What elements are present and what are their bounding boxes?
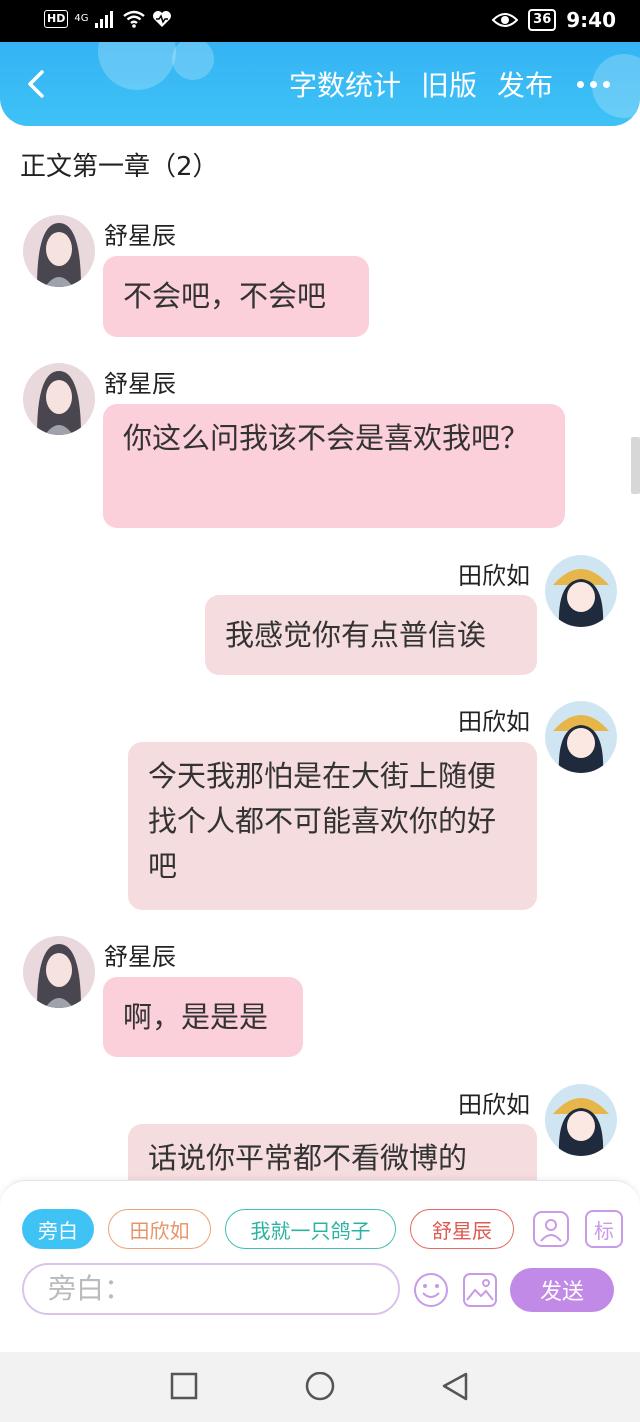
sender-name: 舒星辰	[104, 943, 176, 971]
mark-label: 标	[594, 1218, 614, 1243]
back-arrow-icon	[28, 70, 44, 98]
mark-button[interactable]: 标	[585, 1210, 623, 1248]
header-decoration	[98, 42, 176, 90]
image-icon[interactable]	[462, 1272, 498, 1312]
message-bubble[interactable]: 今天我那怕是在大街上随便找个人都不可能喜欢你的好吧	[128, 742, 537, 910]
clock: 9:40	[566, 8, 616, 32]
header-actions: 字数统计 旧版 发布	[279, 42, 620, 126]
chip-narration[interactable]: 旁白	[22, 1209, 94, 1249]
hd-badge: HD	[44, 10, 69, 28]
status-right: 36 9:40	[492, 8, 616, 32]
narration-input[interactable]: 旁白：	[22, 1263, 400, 1315]
message-bubble[interactable]: 你这么问我该不会是喜欢我吧？	[103, 404, 565, 528]
square-nav-icon[interactable]	[170, 1372, 198, 1404]
publish-button[interactable]: 发布	[487, 64, 563, 104]
avatar[interactable]	[545, 701, 617, 773]
status-left: HD 4G	[44, 10, 172, 28]
avatar-tian-image	[545, 701, 617, 773]
avatar[interactable]	[23, 936, 95, 1008]
message-bubble[interactable]: 不会吧，不会吧	[103, 256, 369, 337]
triangle-nav-icon[interactable]	[440, 1372, 470, 1406]
app-header: 字数统计 旧版 发布	[0, 42, 640, 126]
message-bubble[interactable]: 我感觉你有点普信诶	[205, 595, 537, 675]
battery-indicator: 36	[528, 9, 557, 31]
avatar-tian-image	[545, 555, 617, 627]
old-version-button[interactable]: 旧版	[411, 64, 487, 104]
character-icon[interactable]	[532, 1210, 570, 1252]
eye-icon	[492, 13, 519, 27]
avatar[interactable]	[545, 1084, 617, 1156]
signal-icon	[95, 11, 114, 28]
sender-name: 田欣如	[458, 1091, 530, 1119]
emoji-icon[interactable]	[412, 1271, 450, 1313]
composer-panel: 旁白 田欣如 我就一只鸽子 舒星辰 标 旁白： 发送	[0, 1180, 640, 1352]
word-count-button[interactable]: 字数统计	[279, 64, 411, 104]
avatar-shu-image	[23, 936, 95, 1008]
avatar-tian-image	[545, 1084, 617, 1156]
sender-name: 舒星辰	[104, 222, 176, 250]
wifi-icon	[123, 10, 146, 28]
chip-shu[interactable]: 舒星辰	[410, 1209, 514, 1249]
sender-name: 舒星辰	[104, 370, 176, 398]
avatar-shu-image	[23, 215, 95, 287]
chapter-title: 正文第一章（2）	[20, 152, 219, 182]
avatar[interactable]	[23, 363, 95, 435]
avatar[interactable]	[545, 555, 617, 627]
circle-nav-icon[interactable]	[304, 1371, 336, 1408]
back-button[interactable]	[16, 62, 56, 106]
sender-name: 田欣如	[458, 562, 530, 590]
header-decoration	[172, 42, 214, 80]
avatar-shu-image	[23, 363, 95, 435]
system-nav-bar	[0, 1352, 640, 1422]
chip-pigeon[interactable]: 我就一只鸽子	[225, 1209, 396, 1249]
heart-icon	[153, 11, 172, 27]
avatar[interactable]	[23, 215, 95, 287]
status-bar: HD 4G 36 9:40	[0, 0, 640, 42]
chip-tian[interactable]: 田欣如	[108, 1209, 211, 1249]
message-bubble[interactable]: 啊，是是是	[103, 977, 303, 1057]
more-dots-icon[interactable]	[563, 80, 620, 88]
sender-name: 田欣如	[458, 708, 530, 736]
network-type: 4G	[74, 13, 89, 24]
send-button[interactable]: 发送	[510, 1268, 614, 1312]
scroll-handle[interactable]	[631, 437, 640, 494]
